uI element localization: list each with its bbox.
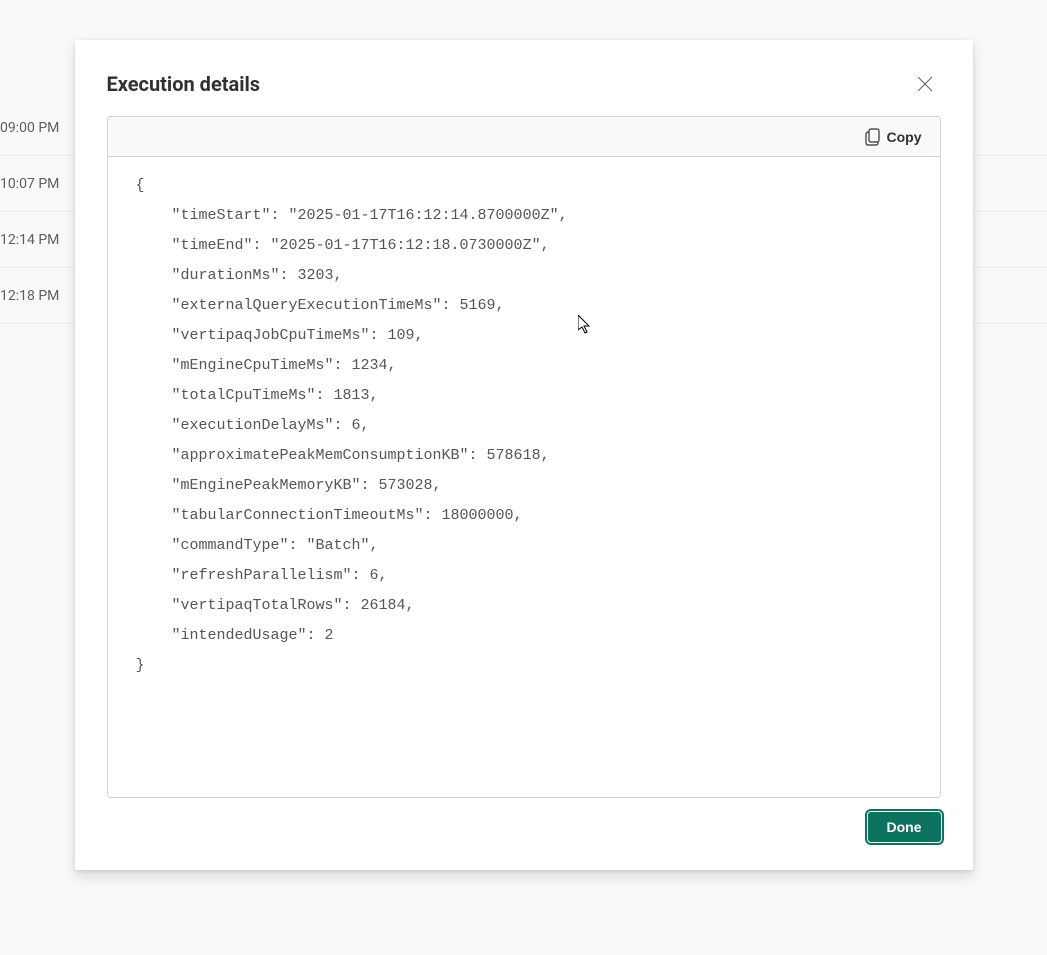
close-icon (917, 76, 933, 92)
copy-icon (865, 128, 881, 146)
copy-button[interactable]: Copy (859, 124, 928, 150)
code-toolbar: Copy (108, 117, 940, 157)
execution-details-modal: Execution details Copy { "timeS (75, 40, 973, 870)
modal-footer: Done (107, 812, 941, 842)
close-button[interactable] (909, 68, 941, 100)
modal-overlay: Execution details Copy { "timeS (0, 0, 1047, 955)
modal-header: Execution details (107, 68, 941, 100)
modal-title: Execution details (107, 72, 261, 96)
json-code-block[interactable]: { "timeStart": "2025-01-17T16:12:14.8700… (108, 157, 940, 797)
code-container: Copy { "timeStart": "2025-01-17T16:12:14… (107, 116, 941, 798)
copy-label: Copy (887, 129, 922, 145)
done-button[interactable]: Done (868, 812, 941, 842)
